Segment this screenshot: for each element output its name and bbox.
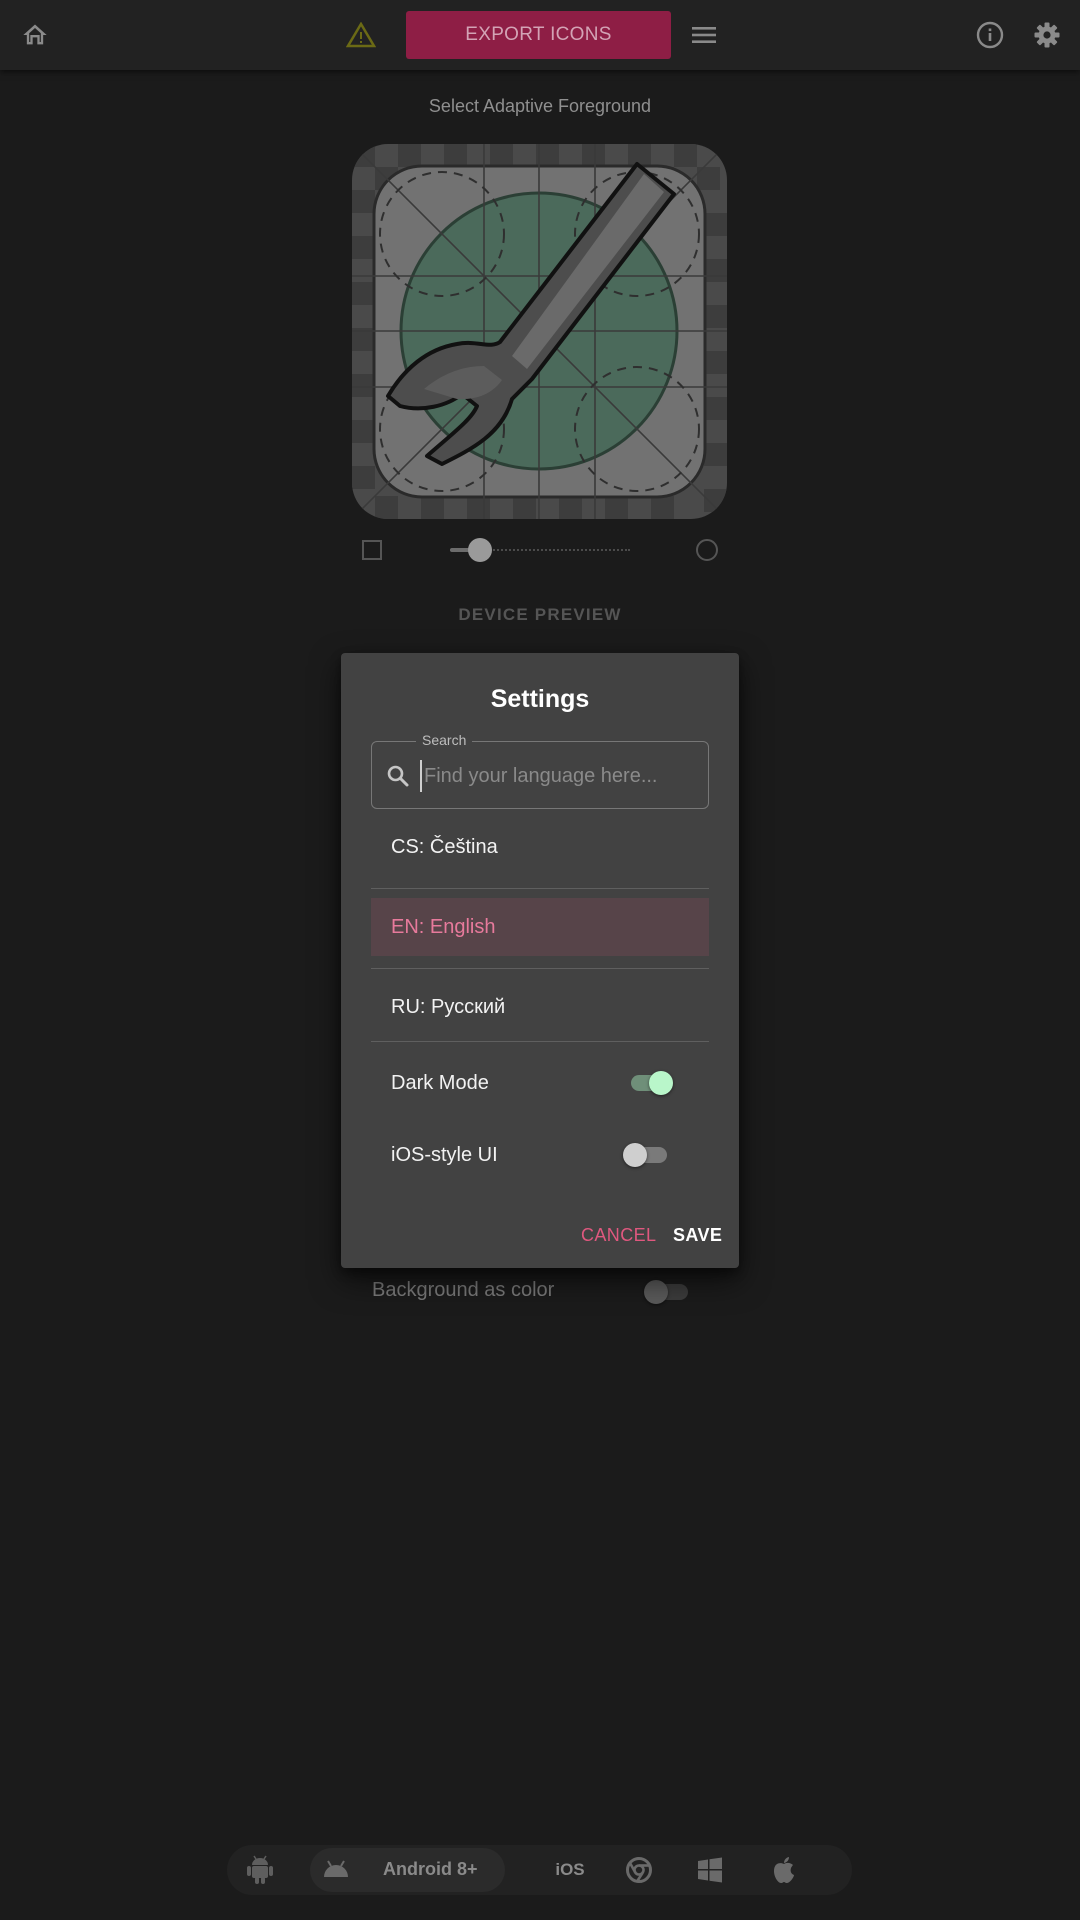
nav-ios[interactable]: iOS	[545, 1845, 595, 1895]
android-head-icon	[324, 1860, 348, 1877]
corner-radius-slider[interactable]	[450, 538, 630, 562]
platform-nav: Android 8+ iOS	[227, 1845, 852, 1895]
background-as-color-label: Background as color	[372, 1279, 555, 1301]
search-legend: Search	[416, 732, 473, 748]
cancel-button[interactable]: CANCEL	[581, 1225, 656, 1246]
language-label: RU: Русский	[391, 995, 506, 1018]
language-item-cs[interactable]: CS: Čeština	[371, 818, 709, 876]
adaptive-icon-preview[interactable]	[352, 144, 727, 519]
home-icon[interactable]	[18, 0, 52, 70]
select-foreground-label: Select Adaptive Foreground	[428, 96, 652, 116]
search-icon	[387, 765, 409, 787]
warning-triangle-icon[interactable]	[344, 0, 378, 70]
language-search-field[interactable]: Search	[371, 732, 709, 809]
gear-icon[interactable]	[1031, 0, 1063, 70]
nav-chrome[interactable]	[614, 1845, 664, 1895]
slider-thumb[interactable]	[468, 538, 492, 562]
circle-shape-icon[interactable]	[696, 539, 718, 561]
mask-shape-controls	[0, 535, 1080, 565]
dark-mode-label: Dark Mode	[391, 1071, 489, 1094]
export-icons-label: EXPORT ICONS	[465, 24, 612, 45]
info-icon[interactable]	[974, 0, 1006, 70]
background-as-color-row: Background as color	[372, 1275, 692, 1307]
ios-label: iOS	[555, 1860, 585, 1879]
language-label: EN: English	[391, 915, 496, 938]
save-button[interactable]: SAVE	[673, 1225, 722, 1246]
android-8-label: Android 8+	[383, 1859, 478, 1879]
square-shape-icon[interactable]	[362, 540, 382, 560]
dark-mode-toggle[interactable]	[627, 1067, 675, 1097]
language-item-en[interactable]: EN: English	[371, 898, 709, 956]
nav-windows[interactable]	[685, 1845, 735, 1895]
language-item-ru[interactable]: RU: Русский	[371, 978, 709, 1036]
settings-dialog: Settings Search CS: Čeština EN: English …	[341, 653, 739, 1268]
ios-style-label: iOS-style UI	[391, 1143, 498, 1166]
dialog-title: Settings	[490, 685, 590, 713]
search-input[interactable]	[420, 760, 696, 792]
divider	[371, 888, 709, 889]
ios-style-toggle[interactable]	[623, 1139, 671, 1169]
nav-android-8[interactable]: Android 8+	[310, 1848, 505, 1892]
export-icons-button[interactable]: EXPORT ICONS	[406, 11, 671, 59]
device-preview-heading[interactable]: DEVICE PREVIEW	[0, 605, 1080, 625]
windows-icon	[698, 1857, 722, 1883]
hamburger-menu-icon[interactable]	[690, 0, 720, 70]
divider	[371, 1041, 709, 1042]
top-app-bar: EXPORT ICONS	[0, 0, 1080, 70]
chrome-icon	[626, 1857, 652, 1883]
apple-icon	[774, 1857, 794, 1883]
language-label: CS: Čeština	[391, 835, 498, 858]
nav-android-legacy[interactable]	[235, 1845, 285, 1895]
nav-apple[interactable]	[759, 1845, 809, 1895]
background-as-color-toggle[interactable]	[644, 1276, 692, 1306]
android-robot-icon	[247, 1855, 273, 1884]
divider	[371, 968, 709, 969]
